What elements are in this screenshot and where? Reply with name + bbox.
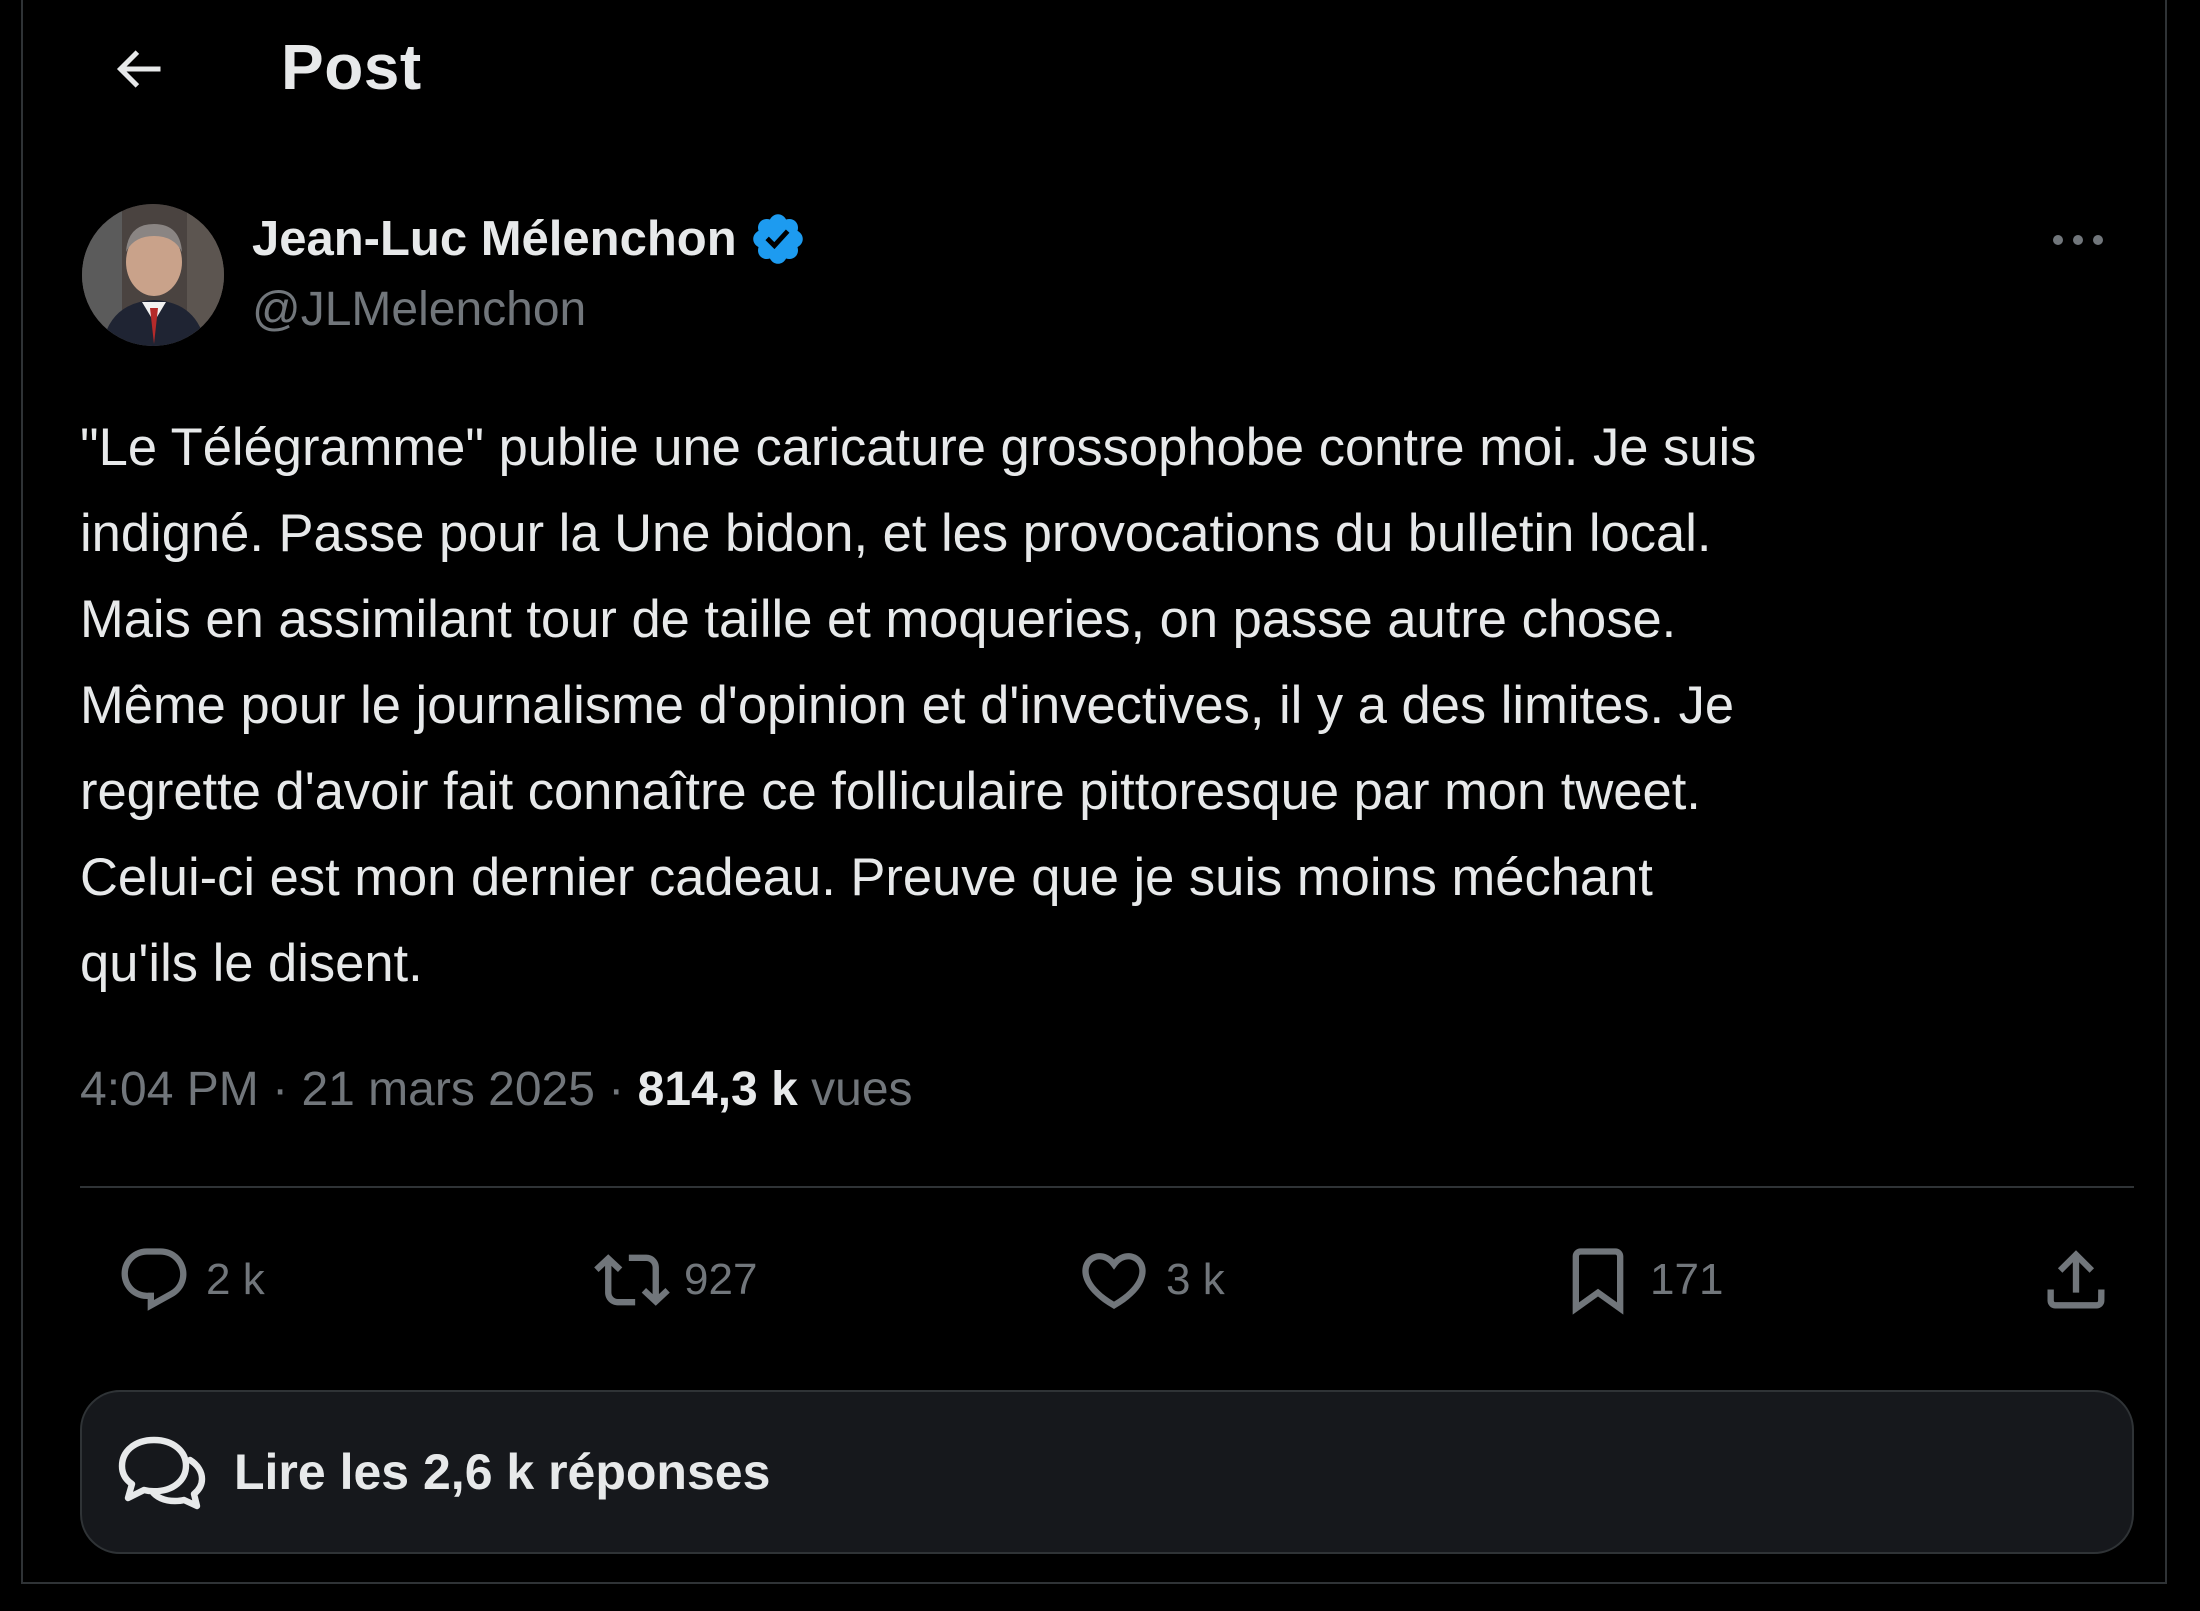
read-replies-label: Lire les 2,6 k réponses xyxy=(234,1444,771,1500)
bookmark-button[interactable]: 171 xyxy=(1560,1230,1723,1330)
author-name[interactable]: Jean-Luc Mélenchon xyxy=(252,210,807,268)
read-replies-button[interactable]: Lire les 2,6 k réponses xyxy=(80,1390,2134,1554)
more-dots-icon xyxy=(2053,235,2103,245)
like-button[interactable]: 3 k xyxy=(1076,1230,1225,1330)
tweet-date[interactable]: 21 mars 2025 xyxy=(301,1063,595,1116)
author-handle[interactable]: @JLMelenchon xyxy=(252,282,586,337)
share-icon xyxy=(2047,1250,2105,1309)
tweet-time[interactable]: 4:04 PM xyxy=(80,1063,259,1116)
repost-button[interactable]: 927 xyxy=(594,1230,757,1330)
verified-badge-icon xyxy=(752,214,803,264)
repost-count: 927 xyxy=(684,1255,758,1304)
post-panel: Post Jean-Luc Mélenchon @JLMelenchon "Le xyxy=(21,0,2167,1584)
author-name-text: Jean-Luc Mélenchon xyxy=(252,212,737,266)
page-title: Post xyxy=(281,31,422,103)
reply-icon xyxy=(121,1248,187,1311)
more-options-button[interactable] xyxy=(2043,205,2113,275)
tweet-line: qu'ils le disent. xyxy=(80,934,423,993)
meta-separator: · xyxy=(272,1063,289,1116)
back-button[interactable] xyxy=(93,28,183,110)
tweet-line: Mais en assimilant tour de taille et moq… xyxy=(80,590,1677,649)
reply-count: 2 k xyxy=(206,1255,265,1304)
avatar[interactable] xyxy=(82,204,224,346)
tweet-line: Même pour le journalisme d'opinion et d'… xyxy=(80,676,1735,735)
tweet-text: "Le Télégramme" publie une caricature gr… xyxy=(80,405,2150,1007)
bookmark-icon xyxy=(1572,1248,1624,1315)
views-count[interactable]: 814,3 k xyxy=(638,1063,798,1116)
heart-icon xyxy=(1082,1253,1146,1310)
reply-button[interactable]: 2 k xyxy=(116,1230,265,1330)
avatar-image xyxy=(82,204,224,346)
tweet-line: "Le Télégramme" publie une caricature gr… xyxy=(80,418,1757,477)
divider xyxy=(80,1186,2134,1188)
like-count: 3 k xyxy=(1166,1255,1225,1304)
meta-separator: · xyxy=(608,1063,625,1116)
post-header: Post xyxy=(23,0,2165,140)
chat-bubbles-icon xyxy=(118,1436,206,1510)
back-arrow-icon xyxy=(116,50,161,88)
share-button[interactable] xyxy=(2038,1230,2114,1330)
action-bar: 2 k 927 3 k 171 xyxy=(23,1230,2165,1330)
tweet-line: indigné. Passe pour la Une bidon, et les… xyxy=(80,504,1712,563)
bookmark-count: 171 xyxy=(1650,1255,1724,1304)
tweet-line: Celui-ci est mon dernier cadeau. Preuve … xyxy=(80,848,1653,907)
tweet-meta: 4:04 PM · 21 mars 2025 · 814,3 k vues xyxy=(80,1062,913,1117)
repost-icon xyxy=(594,1254,670,1306)
tweet-line: regrette d'avoir fait connaître ce folli… xyxy=(80,762,1701,821)
views-label: vues xyxy=(811,1063,913,1116)
